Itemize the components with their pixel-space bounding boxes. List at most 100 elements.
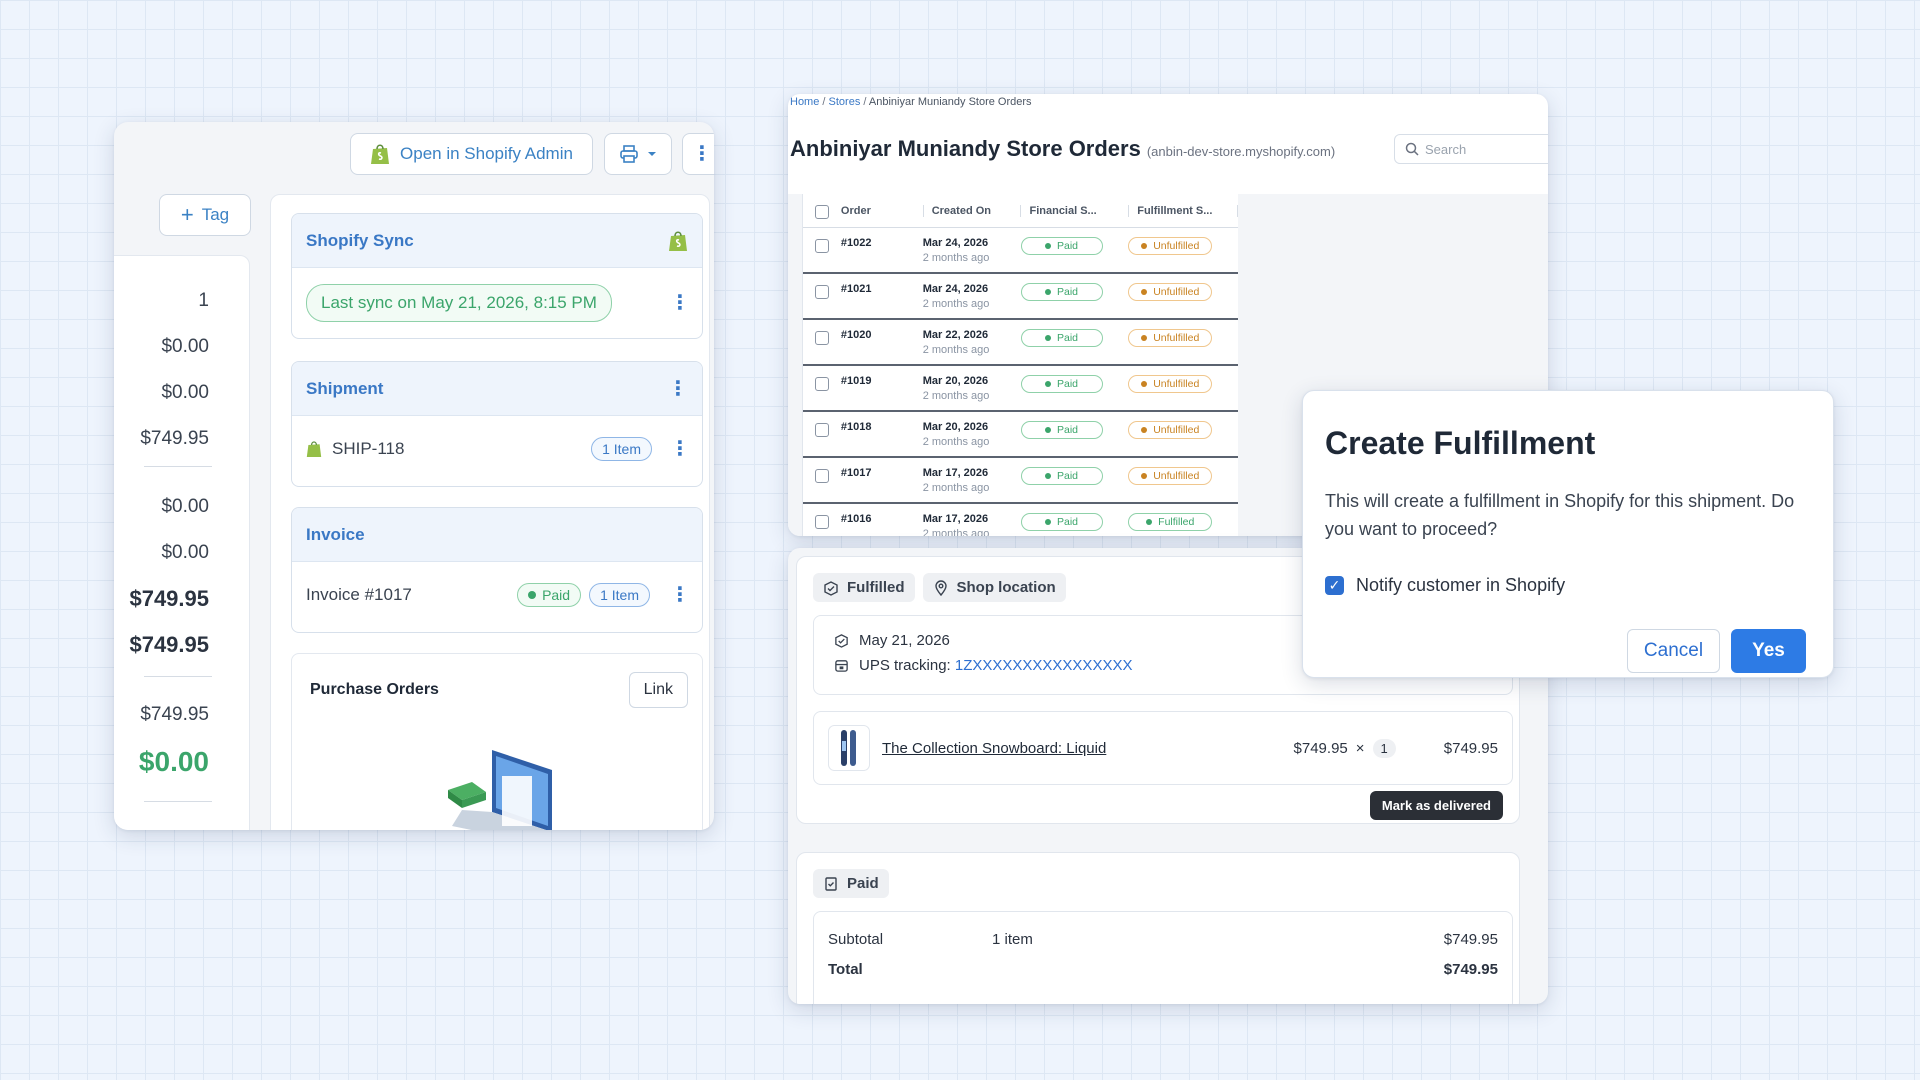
receipt-check-icon bbox=[825, 876, 837, 891]
status-dot bbox=[1141, 335, 1148, 341]
column-header[interactable]: Financial S... bbox=[1020, 204, 1128, 217]
kebab-menu-icon[interactable]: ⋮ bbox=[670, 293, 690, 313]
column-header[interactable]: Fulfillment S... bbox=[1128, 204, 1238, 217]
kebab-menu-icon[interactable]: ⋮ bbox=[670, 585, 690, 605]
product-name-link[interactable]: The Collection Snowboard: Liquid bbox=[882, 740, 1106, 757]
kebab-menu-icon[interactable]: ⋮ bbox=[670, 439, 690, 459]
table-row[interactable]: #1017 Mar 17, 2026 2 months ago Paid Unfulfi… bbox=[803, 458, 1238, 504]
more-actions-button[interactable]: ⋮ bbox=[682, 133, 714, 175]
order-number[interactable]: #1020 bbox=[841, 329, 923, 341]
column-header[interactable]: Order bbox=[841, 205, 923, 217]
table-row[interactable]: #1020 Mar 22, 2026 2 months ago Paid Unfulfi… bbox=[803, 320, 1238, 366]
fulfillment-status-label: Unfulfilled bbox=[1153, 332, 1200, 344]
table-body: #1022 Mar 24, 2026 2 months ago Paid Unfulfi… bbox=[803, 228, 1238, 536]
last-sync-status: Last sync on May 21, 2026, 8:15 PM bbox=[306, 284, 612, 322]
created-on-cell: Mar 20, 2026 2 months ago bbox=[923, 375, 1021, 402]
fulfillment-status-badge: Unfulfilled bbox=[1128, 421, 1213, 439]
shopify-bag-icon bbox=[306, 441, 322, 457]
row-checkbox[interactable] bbox=[814, 285, 829, 299]
add-tag-button[interactable]: + Tag bbox=[159, 194, 251, 236]
sidebar-cards: Shopify Sync Last sync on May 21, 2026, … bbox=[270, 194, 710, 830]
kebab-menu-icon[interactable]: ⋮ bbox=[668, 379, 688, 399]
search-input[interactable]: Search bbox=[1394, 134, 1548, 164]
row-checkbox[interactable] bbox=[814, 469, 829, 483]
status-dot bbox=[528, 591, 537, 599]
invoice-row[interactable]: Invoice #1017 Paid 1 Item ⋮ bbox=[292, 562, 702, 628]
order-number[interactable]: #1022 bbox=[841, 237, 923, 249]
created-date: Mar 17, 2026 bbox=[922, 513, 989, 525]
column-header[interactable]: Created On bbox=[922, 204, 1021, 217]
status-dot bbox=[1044, 289, 1051, 295]
status-dot bbox=[1044, 335, 1051, 341]
table-row[interactable]: #1016 Mar 17, 2026 2 months ago Paid Fulfill… bbox=[803, 504, 1238, 536]
row-checkbox[interactable] bbox=[814, 331, 829, 345]
print-dropdown-button[interactable] bbox=[604, 133, 672, 175]
row-checkbox[interactable] bbox=[814, 515, 829, 529]
order-number[interactable]: #1021 bbox=[841, 283, 923, 295]
status-dot bbox=[1141, 427, 1148, 433]
table-row[interactable]: #1018 Mar 20, 2026 2 months ago Paid Unfulfi… bbox=[803, 412, 1238, 458]
divider bbox=[144, 466, 212, 467]
created-ago: 2 months ago bbox=[922, 298, 990, 310]
line-total: $749.95 bbox=[1443, 739, 1498, 757]
plus-icon: + bbox=[180, 202, 194, 227]
total-label: Total bbox=[828, 960, 863, 978]
financial-status-label: Paid bbox=[1056, 240, 1078, 252]
link-purchase-order-button[interactable]: Link bbox=[628, 672, 688, 708]
created-date: Mar 17, 2026 bbox=[922, 467, 989, 479]
payment-summary: Subtotal 1 item $749.95 Total $749.95 bbox=[813, 911, 1513, 1004]
total-value: $749.95 bbox=[1443, 960, 1498, 978]
dialog-title: Create Fulfillment bbox=[1325, 425, 1596, 461]
financial-status-cell: Paid bbox=[1020, 283, 1129, 301]
order-number[interactable]: #1019 bbox=[841, 375, 923, 387]
item-count-badge: 1 Item bbox=[591, 437, 652, 461]
order-number[interactable]: #1016 bbox=[841, 513, 923, 525]
item-count-badge: 1 Item bbox=[589, 583, 650, 607]
fulfillment-status-cell: Unfulfilled bbox=[1128, 237, 1238, 255]
breadcrumb-stores-link[interactable]: Stores bbox=[829, 96, 861, 108]
mark-as-delivered-button[interactable]: Mark as delivered bbox=[1369, 791, 1503, 820]
breadcrumb-home-link[interactable]: Home bbox=[790, 96, 819, 108]
dialog-message: This will create a fulfillment in Shopif… bbox=[1325, 491, 1795, 539]
table-row[interactable]: #1019 Mar 20, 2026 2 months ago Paid Unfulfi… bbox=[803, 366, 1238, 412]
breadcrumb-separator: / bbox=[863, 96, 867, 108]
total-value: $0.00 bbox=[161, 382, 209, 403]
open-in-shopify-admin-button[interactable]: Open in Shopify Admin bbox=[350, 133, 593, 175]
search-icon bbox=[1405, 142, 1419, 156]
location-pin-icon bbox=[934, 579, 947, 596]
truck-box-icon bbox=[835, 660, 848, 672]
cancel-button[interactable]: Cancel bbox=[1627, 629, 1720, 673]
financial-status-label: Paid bbox=[1056, 424, 1078, 436]
store-domain: (anbin-dev-store.myshopify.com) bbox=[1146, 144, 1336, 159]
total-value: 1 bbox=[198, 290, 209, 311]
row-checkbox[interactable] bbox=[814, 377, 829, 391]
created-ago: 2 months ago bbox=[922, 344, 990, 356]
table-row[interactable]: #1021 Mar 24, 2026 2 months ago Paid Unfulfi… bbox=[803, 274, 1238, 320]
row-checkbox[interactable] bbox=[814, 423, 829, 437]
created-on-cell: Mar 17, 2026 2 months ago bbox=[923, 467, 1021, 494]
shipment-id: SHIP-118 bbox=[332, 439, 405, 458]
fulfillment-status-badge: Unfulfilled bbox=[1128, 329, 1213, 347]
order-number[interactable]: #1018 bbox=[841, 421, 923, 433]
tracking-label: UPS tracking: bbox=[859, 657, 951, 674]
row-checkbox[interactable] bbox=[814, 239, 829, 253]
yes-button[interactable]: Yes bbox=[1731, 629, 1806, 673]
shipment-row[interactable]: SHIP-118 1 Item ⋮ bbox=[292, 416, 702, 482]
notify-customer-option[interactable]: ✓ Notify customer in Shopify bbox=[1325, 575, 1565, 596]
subtotal-value: $749.95 bbox=[1443, 930, 1498, 948]
fulfillment-status-badge: Unfulfilled bbox=[1128, 375, 1213, 393]
breadcrumb-separator: / bbox=[822, 96, 826, 108]
created-on-cell: Mar 22, 2026 2 months ago bbox=[923, 329, 1021, 356]
paid-label: Paid bbox=[847, 875, 879, 892]
order-number[interactable]: #1017 bbox=[841, 467, 923, 479]
notify-customer-checkbox[interactable]: ✓ bbox=[1325, 576, 1344, 595]
table-row[interactable]: #1022 Mar 24, 2026 2 months ago Paid Unfulfi… bbox=[803, 228, 1238, 274]
financial-status-badge: Paid bbox=[1020, 237, 1103, 255]
tracking-number-link[interactable]: 1ZXXXXXXXXXXXXXXXX bbox=[955, 657, 1133, 674]
status-dot bbox=[1044, 473, 1051, 479]
order-totals-column: 1 $0.00 $0.00 $749.95 $0.00 $0.00 $749.9… bbox=[114, 255, 250, 830]
fulfillment-status-cell: Unfulfilled bbox=[1128, 283, 1238, 301]
fulfilled-label: Fulfilled bbox=[847, 579, 905, 596]
select-all-checkbox[interactable] bbox=[814, 204, 829, 219]
financial-status-cell: Paid bbox=[1020, 329, 1129, 347]
